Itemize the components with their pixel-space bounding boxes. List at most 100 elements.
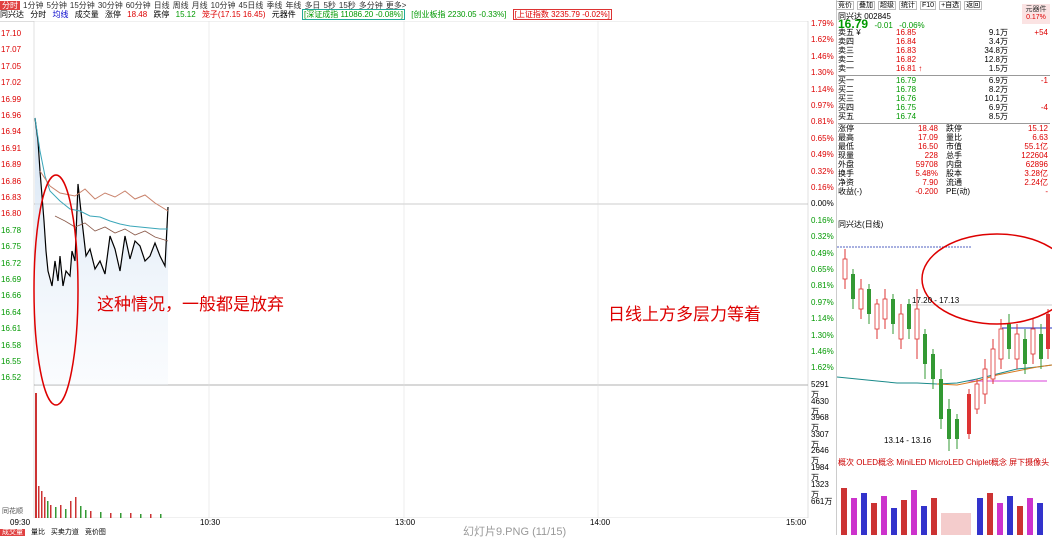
price-tick: 16.58 (1, 340, 22, 350)
quote-toolbar-button[interactable]: +自选 (939, 1, 962, 10)
concept-bar[interactable]: 概次 OLED概念 MiniLED MicroLED Chiplet概念 屏下摄… (838, 457, 1052, 467)
annotation-circle-right (921, 233, 1052, 325)
stat-row: 外盘 59708 内盘 62896 (838, 160, 1050, 170)
buy-diff: -1 (1040, 76, 1048, 85)
index-chinext[interactable]: [创业板指 2230.05 -0.33%] (411, 10, 506, 19)
buy-level[interactable]: 买五 16.74 8.5万 (838, 112, 1050, 122)
sector-name[interactable]: 元器件 (272, 10, 296, 19)
daily-label-bottom: 13.14 - 13.16 (884, 436, 932, 445)
sell-volume: 1.5万 (988, 64, 1008, 73)
buy-price: 16.74 (896, 112, 917, 121)
price-tick: 16.89 (1, 160, 22, 170)
intraday-chart[interactable] (0, 21, 836, 518)
sector-badge-name: 元器件 (1025, 6, 1047, 13)
price-tick: 16.61 (1, 324, 22, 334)
annotation-left-text: 这种情况，一般都是放弃 (97, 295, 284, 314)
sell-level[interactable]: 卖二 16.82 12.8万 (838, 55, 1050, 65)
sell-level[interactable]: 卖三 16.83 34.8万 (838, 46, 1050, 56)
time-1500: 15:00 (786, 518, 807, 527)
pct-tick: 0.32% (811, 166, 834, 176)
stat-row: 净资 7.90 流通 2.24亿 (838, 178, 1050, 188)
stat-row: 最高 17.09 量比 6.63 (838, 133, 1050, 143)
buy-diff: -4 (1040, 103, 1048, 112)
quote-toolbar-button[interactable]: 叠加 (857, 1, 875, 10)
pct-tick: 0.81% (811, 281, 834, 291)
pct-tick: 0.16% (811, 215, 834, 225)
daily-kline-chart[interactable] (837, 229, 1052, 455)
buy-level[interactable]: 买四 16.75 6.9万 -4 (838, 103, 1050, 113)
price-tick: 16.99 (1, 94, 22, 104)
left-footer-logo: 同花顺 (2, 508, 23, 515)
price-tick: 16.96 (1, 111, 22, 120)
sector-badge[interactable]: 元器件 0.17% (1022, 4, 1050, 24)
sell-diff: +54 (1034, 28, 1048, 37)
pct-tick: 1.14% (811, 314, 834, 324)
pct-tick: 1.79% (811, 19, 834, 28)
orderbook-divider (838, 123, 1050, 124)
pct-tick: 1.14% (811, 84, 834, 94)
pct-tick: 0.49% (811, 248, 834, 258)
price-tick: 16.75 (1, 242, 22, 252)
buy-label: 买五 (838, 112, 854, 121)
quote-toolbar-button[interactable]: 返回 (964, 1, 983, 10)
price-tick: 16.55 (1, 357, 22, 366)
stat-value: - (1045, 187, 1048, 196)
avg-line-label[interactable]: 均线 (52, 10, 68, 19)
price-tick: 16.78 (1, 225, 22, 235)
quote-toolbar-button[interactable]: 统计 (899, 1, 917, 10)
sell-level[interactable]: 卖四 16.84 3.4万 (838, 37, 1050, 47)
buy-level[interactable]: 买三 16.76 10.1万 (838, 94, 1050, 104)
price-tick: 16.86 (1, 176, 22, 186)
quote-toolbar-button[interactable]: 超级 (878, 1, 896, 10)
quote-toolbar-button[interactable]: F10 (920, 1, 937, 10)
annotation-right-text: 日线上方多层力等着 (608, 305, 761, 324)
sell-price: 16.81 ↑ (896, 64, 923, 73)
limit-down-label: 跌停 (153, 10, 170, 19)
price-tick: 16.72 (1, 258, 22, 268)
pct-tick: 1.30% (811, 330, 834, 340)
price-tick: 17.07 (1, 45, 22, 55)
price-tick: 16.94 (1, 127, 22, 137)
mode-label: 分时 (30, 10, 47, 19)
limit-up-label: 涨停 (104, 10, 121, 19)
price-tick: 16.66 (1, 291, 22, 301)
stat-row: 换手 5.48% 股本 3.28亿 (838, 169, 1050, 179)
buy-level[interactable]: 买二 16.78 8.2万 (838, 85, 1050, 95)
price-tick: 16.80 (1, 209, 22, 219)
pct-tick: 0.97% (811, 101, 834, 110)
pct-tick: 0.97% (811, 297, 834, 307)
pct-tick: 1.46% (811, 347, 834, 356)
volume-label[interactable]: 成交量 (75, 10, 99, 19)
sell-level[interactable]: 卖一 16.81 ↑ 1.5万 (838, 64, 1050, 74)
time-1300: 13:00 (395, 518, 416, 527)
pct-tick: 0.16% (811, 183, 834, 192)
slide-watermark: 幻灯片9.PNG (11/15) (463, 526, 567, 538)
concept-heat-strip (837, 468, 1052, 535)
daily-label-top: 17.20 - 17.13 (912, 296, 960, 305)
orderbook-divider (838, 75, 1050, 76)
stock-name: 同兴达 (0, 10, 24, 19)
price-tick: 16.83 (1, 193, 22, 202)
volume-tick: 661万 (811, 497, 833, 507)
stat-row: 现量 228 总手 122604 (838, 151, 1050, 161)
price-tick: 17.02 (1, 78, 22, 88)
price-tick: 16.69 (1, 275, 22, 284)
index-sse[interactable]: [上证指数 3235.79 -0.02%] (512, 9, 612, 20)
quote-toolbar: 竞价 叠加 超级 统计 F10 +自选 返回 (836, 0, 1052, 10)
price-tick: 16.52 (1, 373, 22, 383)
quote-toolbar-button[interactable]: 竞价 (836, 1, 854, 10)
buy-level[interactable]: 买一 16.79 6.9万 -1 (838, 76, 1050, 86)
stat-key: 收益(-) (838, 187, 862, 196)
stat-key: PE(动) (946, 187, 970, 196)
price-tick: 16.91 (1, 143, 22, 153)
price-tick: 17.10 (1, 29, 22, 38)
period-tabs: 分时 1分钟 5分钟 15分钟 30分钟 60分钟 日线 周线 月线 10分钟 45日线 季线 年线 多日… (0, 0, 808, 10)
time-1030: 10:30 (200, 518, 221, 527)
index-szse[interactable]: [深证成指 11086.20 -0.08%] (302, 9, 406, 20)
price-tick: 16.64 (1, 307, 22, 317)
pct-tick: 0.65% (811, 265, 834, 274)
pct-tick: 1.62% (811, 363, 834, 373)
daily-candles (842, 249, 1050, 451)
sell-level[interactable]: 卖五 ¥16.85 9.1万 +54 (838, 28, 1050, 38)
pct-tick: 1.30% (811, 68, 834, 78)
